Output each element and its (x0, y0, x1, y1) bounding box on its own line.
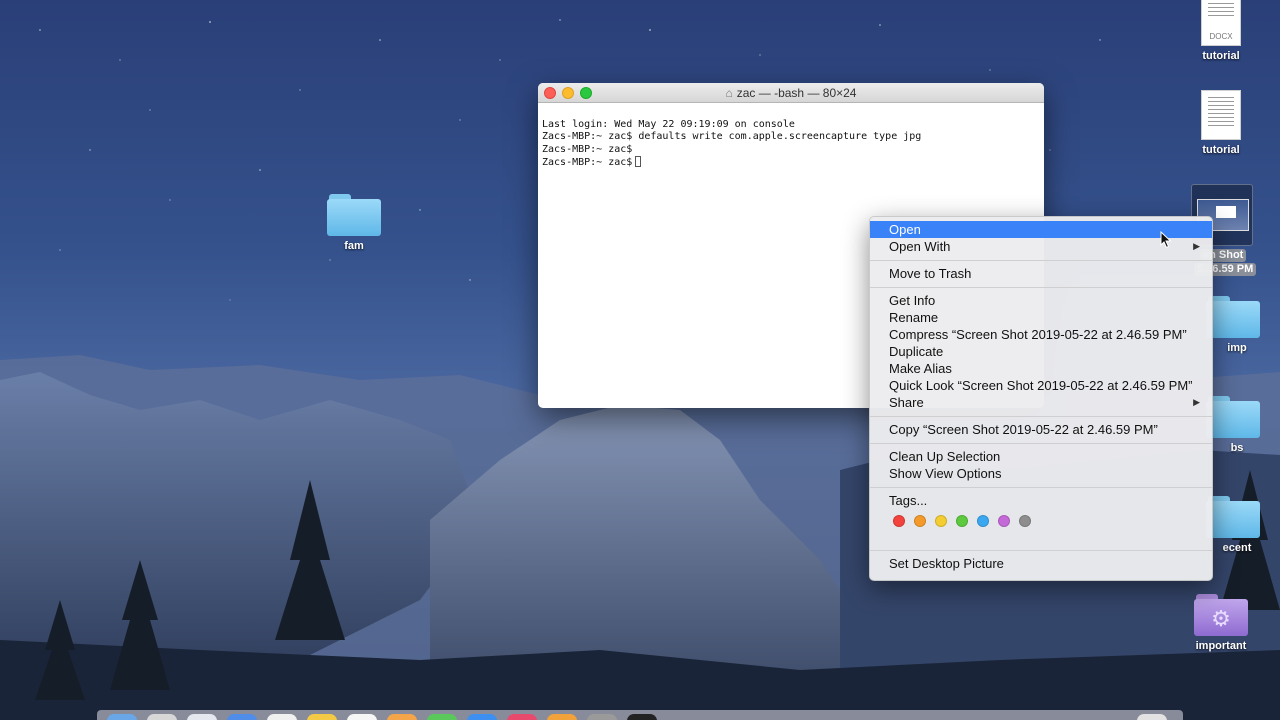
desktop-icon-label: important (1195, 640, 1247, 652)
folder-icon (1206, 396, 1260, 438)
dock (97, 710, 1183, 720)
dock-app-calendar-icon[interactable] (347, 714, 377, 720)
document-icon (1201, 90, 1241, 140)
tag-green-button[interactable] (956, 515, 968, 527)
dock-app-messages-icon[interactable] (427, 714, 457, 720)
terminal-prompt-line: Zacs-MBP:~ zac$ (542, 156, 1040, 170)
dock-app-safari-icon[interactable] (187, 714, 217, 720)
desktop-icon-label: tutorial (1202, 50, 1240, 62)
dock-app-terminal-icon[interactable] (627, 714, 657, 720)
menu-separator (870, 550, 1212, 551)
submenu-arrow-icon: ▶ (1193, 241, 1200, 251)
dock-app-appstore-icon[interactable] (467, 714, 497, 720)
dock-app-notes-icon[interactable] (307, 714, 337, 720)
document-icon: DOCX (1201, 0, 1241, 46)
tag-red-button[interactable] (893, 515, 905, 527)
desktop-file-tutorial[interactable]: tutorial (1171, 90, 1271, 156)
desktop-icon-label: fam (344, 240, 364, 252)
desktop-folder-important[interactable]: ⚙ important (1171, 594, 1271, 652)
file-extension: DOCX (1209, 32, 1233, 41)
menu-separator (870, 416, 1212, 417)
dock-app-trash-icon[interactable] (1137, 714, 1167, 720)
folder-icon (1206, 496, 1260, 538)
menu-item-rename[interactable]: Rename (870, 309, 1212, 326)
terminal-line: Zacs-MBP:~ zac$ (542, 143, 633, 155)
gear-icon: ⚙ (1211, 606, 1231, 631)
menu-item-show-view-options[interactable]: Show View Options (870, 465, 1212, 482)
menu-separator (870, 287, 1212, 288)
dock-app-finder-icon[interactable] (107, 714, 137, 720)
menu-separator (870, 443, 1212, 444)
tag-purple-button[interactable] (998, 515, 1010, 527)
context-menu[interactable]: Open Open With ▶ Move to Trash Get Info R… (869, 216, 1213, 581)
dock-app-launchpad-icon[interactable] (147, 714, 177, 720)
dock-app-settings-icon[interactable] (587, 714, 617, 720)
dock-app-chrome-icon[interactable] (227, 714, 257, 720)
menu-item-set-desktop-picture[interactable]: Set Desktop Picture (870, 555, 1212, 572)
mouse-pointer-icon (1160, 231, 1172, 249)
tag-blue-button[interactable] (977, 515, 989, 527)
folder-icon (1206, 296, 1260, 338)
folder-icon: ⚙ (1194, 594, 1248, 636)
terminal-output[interactable]: Last login: Wed May 22 09:19:09 on conso… (538, 103, 1044, 198)
dock-app-photos-icon[interactable] (387, 714, 417, 720)
menu-item-move-to-trash[interactable]: Move to Trash (870, 265, 1212, 282)
menu-item-copy[interactable]: Copy “Screen Shot 2019-05-22 at 2.46.59 … (870, 421, 1212, 438)
tag-color-row (870, 509, 1212, 537)
menu-item-clean-up-selection[interactable]: Clean Up Selection (870, 448, 1212, 465)
desktop-folder-fam[interactable]: fam (304, 194, 404, 252)
menu-item-quick-look[interactable]: Quick Look “Screen Shot 2019-05-22 at 2.… (870, 377, 1212, 394)
dock-app-books-icon[interactable] (547, 714, 577, 720)
menu-item-duplicate[interactable]: Duplicate (870, 343, 1212, 360)
tag-yellow-button[interactable] (935, 515, 947, 527)
folder-icon (327, 194, 381, 236)
menu-separator (870, 260, 1212, 261)
dock-app-music-icon[interactable] (507, 714, 537, 720)
menu-separator (870, 487, 1212, 488)
desktop-file-tutorial-docx[interactable]: DOCX tutorial (1171, 0, 1271, 62)
menu-item-compress[interactable]: Compress “Screen Shot 2019-05-22 at 2.46… (870, 326, 1212, 343)
menu-item-get-info[interactable]: Get Info (870, 292, 1212, 309)
window-title: ⌂ zac — -bash — 80×24 (725, 86, 857, 100)
menu-item-share[interactable]: Share ▶ (870, 394, 1212, 411)
menu-item-tags[interactable]: Tags... (870, 492, 1212, 509)
terminal-titlebar[interactable]: ⌂ zac — -bash — 80×24 (538, 83, 1044, 103)
submenu-arrow-icon: ▶ (1193, 397, 1200, 407)
terminal-line: Last login: Wed May 22 09:19:09 on conso… (542, 118, 795, 130)
menu-item-make-alias[interactable]: Make Alias (870, 360, 1212, 377)
home-icon: ⌂ (725, 86, 733, 100)
terminal-line: Zacs-MBP:~ zac$ defaults write com.apple… (542, 131, 922, 142)
text-cursor (635, 156, 642, 167)
tag-orange-button[interactable] (914, 515, 926, 527)
desktop-icon-label: tutorial (1202, 144, 1240, 156)
tag-gray-button[interactable] (1019, 515, 1031, 527)
dock-app-mail-icon[interactable] (267, 714, 297, 720)
